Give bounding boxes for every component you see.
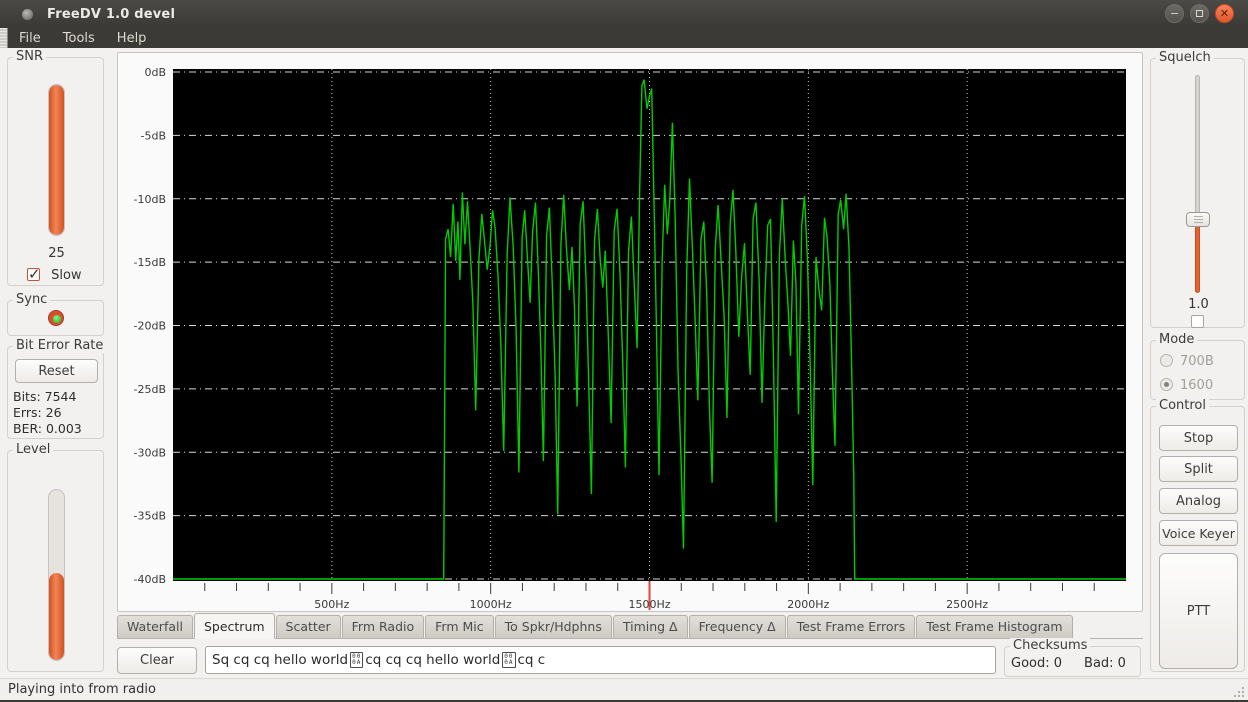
control-group: Control Stop Split Analog Voice Keyer PT… [1150, 406, 1245, 672]
menu-file[interactable]: File [8, 29, 52, 48]
squelch-track-lower [1195, 225, 1200, 293]
radio-1600-icon [1160, 378, 1173, 391]
rx-text-part-1: Sq cq cq hello world [212, 652, 348, 668]
checksums-bad: Bad: 0 [1084, 656, 1126, 671]
status-bar: Playing into from radio [0, 678, 1248, 700]
minimize-button[interactable]: − [1165, 4, 1184, 23]
snr-value: 25 [8, 246, 105, 261]
ptt-button[interactable]: PTT [1159, 553, 1238, 669]
snr-group: SNR 25 Slow [7, 57, 104, 286]
checksums-good: Good: 0 [1011, 656, 1062, 671]
squelch-slider-handle[interactable] [1186, 212, 1210, 227]
level-gauge [48, 489, 65, 661]
snr-gauge-fill [49, 85, 64, 235]
svg-text:500Hz: 500Hz [314, 598, 349, 611]
slow-checkbox-label: Slow [51, 268, 81, 283]
tab-spectrum[interactable]: Spectrum [194, 613, 275, 639]
reset-button[interactable]: Reset [15, 359, 98, 383]
maximize-button[interactable] [1190, 4, 1209, 23]
svg-text:0dB: 0dB [144, 66, 166, 79]
level-group: Level [7, 450, 104, 672]
menu-grip[interactable] [0, 28, 8, 48]
voice-keyer-button[interactable]: Voice Keyer [1159, 520, 1238, 546]
rx-text-field[interactable]: Sq cq cq hello world000Acq cq cq hello w… [205, 646, 996, 674]
tab-frm-mic[interactable]: Frm Mic [425, 615, 493, 638]
menu-bar: File Tools Help [0, 28, 1248, 48]
squelch-group: Squelch 1.0 [1150, 58, 1245, 328]
tab-waterfall[interactable]: Waterfall [117, 615, 193, 638]
snr-gauge [48, 84, 65, 236]
maximize-icon [1196, 10, 1203, 17]
close-button[interactable]: ✕ [1215, 4, 1234, 23]
squelch-checkbox[interactable] [1191, 315, 1204, 328]
ber-stats: Bits: 7544 Errs: 26 BER: 0.003 [13, 389, 82, 437]
svg-text:-20dB: -20dB [134, 320, 167, 333]
checksums-group: Checksums Good: 0 Bad: 0 [1004, 646, 1141, 677]
svg-text:2500Hz: 2500Hz [946, 598, 988, 611]
resize-grip[interactable] [1230, 683, 1244, 697]
split-button[interactable]: Split [1159, 456, 1238, 482]
squelch-slider[interactable] [1151, 75, 1246, 293]
window-title: FreeDV 1.0 devel [47, 7, 175, 22]
squelch-label: Squelch [1156, 50, 1214, 65]
mode-label: Mode [1156, 332, 1197, 347]
squelch-track-upper [1195, 75, 1200, 219]
ber-bits: Bits: 7544 [13, 389, 82, 405]
tab-frm-radio[interactable]: Frm Radio [342, 615, 424, 638]
svg-text:1000Hz: 1000Hz [470, 598, 512, 611]
svg-text:-15dB: -15dB [134, 256, 167, 269]
tab-frequency-delta[interactable]: Frequency Δ [689, 615, 786, 638]
svg-text:-35dB: -35dB [134, 510, 167, 523]
plot-tab-bar: Waterfall Spectrum Scatter Frm Radio Frm… [117, 614, 1143, 639]
checksums-label: Checksums [1010, 638, 1090, 653]
tab-test-frame-errors[interactable]: Test Frame Errors [787, 615, 916, 638]
stop-button[interactable]: Stop [1159, 425, 1238, 451]
svg-text:-40dB: -40dB [134, 573, 167, 586]
slow-checkbox[interactable] [27, 268, 40, 281]
control-char-linefeed-icon: 000A [350, 652, 363, 668]
sync-group: Sync [7, 300, 104, 336]
ber-value: BER: 0.003 [13, 421, 82, 437]
svg-text:2000Hz: 2000Hz [787, 598, 829, 611]
spectrum-plot[interactable]: 0dB -5dB -10dB -15dB -20dB -25dB -30dB -35dB -40… [118, 53, 1142, 611]
snr-slow-row: Slow [27, 264, 82, 283]
radio-700B[interactable]: 700B [1160, 350, 1214, 369]
level-label: Level [13, 442, 53, 457]
title-bar: FreeDV 1.0 devel − ✕ [0, 0, 1248, 28]
sync-led-indicator [48, 310, 64, 326]
control-char-linefeed-icon: 000A [502, 652, 515, 668]
bit-error-rate-label: Bit Error Rate [13, 338, 106, 353]
rx-text-part-2: cq cq cq hello world [365, 652, 500, 668]
clear-button[interactable]: Clear [117, 647, 197, 674]
tab-scatter[interactable]: Scatter [276, 615, 341, 638]
tab-test-frame-histogram[interactable]: Test Frame Histogram [916, 615, 1072, 638]
svg-text:-10dB: -10dB [134, 193, 167, 206]
mode-group: Mode 700B 1600 [1150, 340, 1245, 400]
spectrum-plot-panel: 0dB -5dB -10dB -15dB -20dB -25dB -30dB -35dB -40… [117, 52, 1143, 612]
radio-1600[interactable]: 1600 [1160, 374, 1213, 393]
svg-text:-5dB: -5dB [141, 129, 167, 142]
analog-button[interactable]: Analog [1159, 488, 1238, 514]
sync-label: Sync [13, 292, 50, 307]
tab-timing-delta[interactable]: Timing Δ [613, 615, 688, 638]
tab-to-spkr-hdphns[interactable]: To Spkr/Hdphns [495, 615, 612, 638]
snr-label: SNR [13, 49, 46, 64]
status-text: Playing into from radio [8, 682, 156, 697]
radio-700B-icon [1160, 354, 1173, 367]
rx-text-part-3: cq c [518, 652, 546, 668]
svg-text:-25dB: -25dB [134, 383, 167, 396]
menu-help[interactable]: Help [106, 29, 158, 48]
ber-errs: Errs: 26 [13, 405, 82, 421]
control-label: Control [1156, 398, 1209, 413]
level-gauge-fill [49, 573, 64, 660]
svg-text:-30dB: -30dB [134, 446, 167, 459]
squelch-value: 1.0 [1151, 297, 1246, 312]
app-icon [22, 9, 33, 20]
bit-error-rate-group: Bit Error Rate Reset Bits: 7544 Errs: 26… [7, 346, 104, 439]
menu-tools[interactable]: Tools [52, 29, 106, 48]
